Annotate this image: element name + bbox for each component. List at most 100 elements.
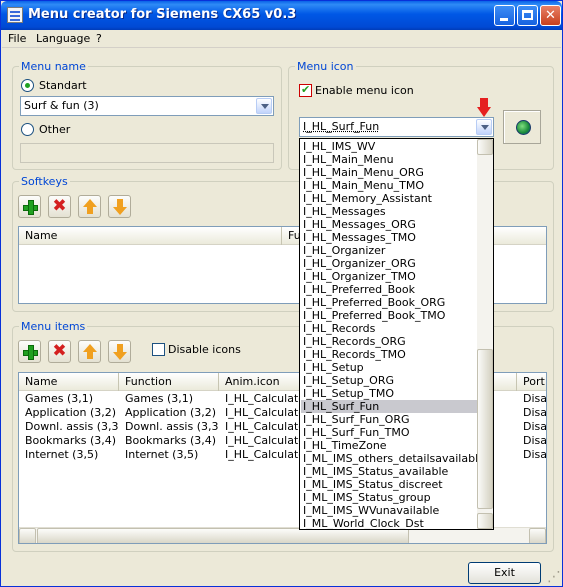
maximize-button[interactable]	[517, 5, 538, 26]
dropdown-option[interactable]: I_HL_Main_Menu_TMO	[301, 179, 477, 192]
enable-menu-icon-checkbox[interactable]	[299, 83, 312, 97]
other-name-field[interactable]	[20, 143, 274, 163]
dropdown-option[interactable]: I_ML_IMS_WVunavailable	[301, 504, 477, 517]
cell-port: Disal	[523, 406, 547, 419]
standart-radio[interactable]	[21, 79, 34, 92]
menu-language[interactable]: Language	[36, 32, 90, 45]
vscroll-thumb[interactable]	[477, 349, 493, 509]
scroll-up-icon[interactable]	[477, 139, 493, 155]
window-title: Menu creator for Siemens CX65 v0.3	[28, 7, 297, 22]
scroll-left-icon[interactable]	[19, 528, 36, 543]
softkey-move-down-button[interactable]	[108, 195, 131, 218]
dropdown-option[interactable]: I_HL_Records_ORG	[301, 335, 477, 348]
menu-icon-label: Menu icon	[295, 60, 356, 73]
softkey-move-up-button[interactable]	[78, 195, 101, 218]
item-move-up-button[interactable]	[78, 340, 101, 363]
dropdown-option[interactable]: I_HL_Preferred_Book	[301, 283, 477, 296]
cell-anim: I_HL_Calculator	[225, 434, 299, 447]
hscroll-thumb[interactable]	[37, 528, 409, 543]
dropdown-option[interactable]: I_HL_Records	[301, 322, 477, 335]
menu-name-group: Menu name Standart Surf & fun (3) Other	[12, 60, 282, 170]
dropdown-option[interactable]: I_HL_Memory_Assistant	[301, 192, 477, 205]
cell-name: Downl. assis (3,3)	[25, 420, 119, 433]
menu-icon-select[interactable]: I_HL_Surf_Fun	[299, 117, 494, 137]
menu-bar: File Language ?	[2, 30, 561, 48]
menu-file[interactable]: File	[8, 32, 26, 45]
softkey-add-button[interactable]	[18, 195, 41, 218]
cell-port: Disal	[523, 420, 547, 433]
exit-button[interactable]: Exit	[468, 562, 541, 584]
menu-icon-value: I_HL_Surf_Fun	[303, 120, 380, 133]
dropdown-option[interactable]: I_ML_IMS_Status_group	[301, 491, 477, 504]
dropdown-option[interactable]: I_HL_Setup_TMO	[301, 387, 477, 400]
chevron-down-icon[interactable]	[256, 98, 272, 114]
cell-function: Internet (3,5)	[125, 448, 199, 461]
icon-preview	[503, 110, 541, 144]
dropdown-option[interactable]: I_HL_Messages_TMO	[301, 231, 477, 244]
enable-menu-icon-label: Enable menu icon	[315, 84, 414, 97]
title-bar[interactable]: Menu creator for Siemens CX65 v0.3 ✕	[1, 1, 562, 30]
resize-grip-icon[interactable]	[547, 569, 561, 585]
dropdown-option[interactable]: I_ML_IMS_Status_available	[301, 465, 477, 478]
menu-items-label: Menu items	[19, 320, 88, 333]
menu-help[interactable]: ?	[96, 32, 102, 45]
dropdown-option[interactable]: I_HL_Messages_ORG	[301, 218, 477, 231]
col-function[interactable]: Function	[119, 373, 219, 391]
chevron-down-icon[interactable]	[476, 119, 492, 135]
minimize-button[interactable]	[494, 5, 515, 26]
dropdown-option[interactable]: I_HL_Surf_Fun	[301, 400, 477, 413]
dropdown-vscroll[interactable]	[477, 139, 493, 529]
dropdown-option[interactable]: I_ML_World_Clock_Dst	[301, 517, 477, 529]
dropdown-option[interactable]: I_HL_Setup_ORG	[301, 374, 477, 387]
dropdown-option[interactable]: I_HL_Preferred_Book_ORG	[301, 296, 477, 309]
dropdown-option[interactable]: I_HL_Records_TMO	[301, 348, 477, 361]
other-radio[interactable]	[21, 123, 34, 136]
app-window: Menu creator for Siemens CX65 v0.3 ✕ Fil…	[0, 0, 563, 587]
dropdown-option[interactable]: I_HL_Main_Menu_ORG	[301, 166, 477, 179]
cell-function: Games (3,1)	[125, 392, 194, 405]
col-name[interactable]: Name	[19, 373, 119, 391]
cell-name: Internet (3,5)	[25, 448, 99, 461]
dropdown-option[interactable]: I_HL_Main_Menu	[301, 153, 477, 166]
cell-function: Application (3,2)	[125, 406, 217, 419]
standart-menu-select[interactable]: Surf & fun (3)	[20, 96, 274, 116]
close-button[interactable]: ✕	[540, 5, 561, 26]
cell-anim: I_HL_Calculator	[225, 448, 299, 461]
item-move-down-button[interactable]	[108, 340, 131, 363]
scroll-down-icon[interactable]	[477, 513, 493, 529]
menu-icon-dropdown[interactable]: I_HL_IMS_WV I_HL_Main_Menu I_HL_Main_Menu_…	[299, 138, 494, 530]
cell-name: Application (3,2)	[25, 406, 117, 419]
item-delete-button[interactable]: ✖	[48, 340, 71, 363]
dropdown-option[interactable]: I_HL_Organizer_TMO	[301, 270, 477, 283]
softkey-delete-button[interactable]: ✖	[48, 195, 71, 218]
dropdown-option[interactable]: I_HL_Preferred_Book_TMO	[301, 309, 477, 322]
other-label: Other	[39, 123, 71, 136]
close-icon: ✕	[545, 8, 556, 23]
maximize-icon	[522, 10, 533, 20]
dropdown-option[interactable]: I_ML_IMS_others_detailsavailable	[301, 452, 477, 465]
disable-icons-label: Disable icons	[168, 343, 241, 356]
cell-port: Disal	[523, 434, 547, 447]
dropdown-option[interactable]: I_HL_Organizer	[301, 244, 477, 257]
col-port[interactable]: Port	[517, 373, 546, 391]
cell-port: Disal	[523, 392, 547, 405]
dropdown-option[interactable]: I_HL_Messages	[301, 205, 477, 218]
item-add-button[interactable]	[18, 340, 41, 363]
softkeys-col-name[interactable]: Name	[19, 227, 282, 245]
dropdown-option[interactable]: I_ML_IMS_Status_discreet	[301, 478, 477, 491]
dropdown-option[interactable]: I_HL_TimeZone	[301, 439, 477, 452]
scroll-right-icon[interactable]	[529, 528, 546, 543]
cell-anim: I_HL_Calculator	[225, 406, 299, 419]
dropdown-option[interactable]: I_HL_Surf_Fun_ORG	[301, 413, 477, 426]
cell-name: Bookmarks (3,4)	[25, 434, 117, 447]
dropdown-option[interactable]: I_HL_Organizer_ORG	[301, 257, 477, 270]
arrow-down-icon	[477, 98, 491, 118]
cell-port: Disal	[523, 448, 547, 461]
dropdown-option[interactable]: I_HL_IMS_WV	[301, 140, 477, 153]
menu-name-label: Menu name	[19, 60, 88, 73]
dropdown-option[interactable]: I_HL_Surf_Fun_TMO	[301, 426, 477, 439]
cell-name: Games (3,1)	[25, 392, 94, 405]
minimize-icon	[500, 18, 508, 21]
dropdown-option[interactable]: I_HL_Setup	[301, 361, 477, 374]
disable-icons-checkbox[interactable]	[152, 343, 165, 356]
